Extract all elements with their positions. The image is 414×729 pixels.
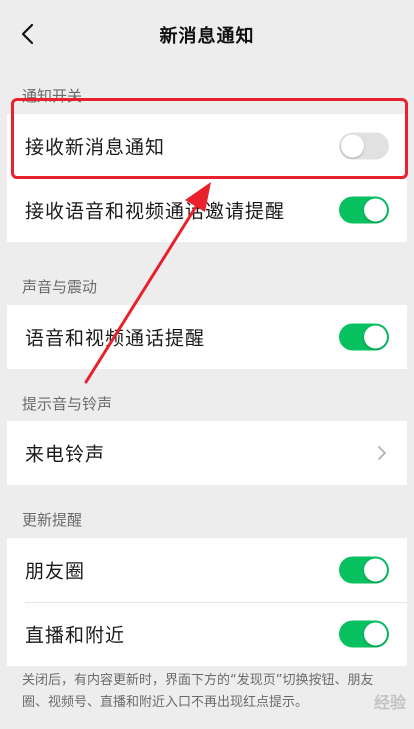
setting-row-ringtone[interactable]: 来电铃声 (7, 421, 407, 485)
row-label: 来电铃声 (25, 443, 106, 466)
call-reminder-toggle[interactable] (339, 323, 389, 351)
watermark-logo: 经验 (373, 693, 406, 712)
page-title: 新消息通知 (159, 26, 255, 47)
setting-row-call-reminder[interactable]: 语音和视频通话提醒 (7, 305, 407, 369)
toggle-knob (364, 622, 387, 646)
toggle-knob (364, 325, 387, 349)
annotation-highlight-box (11, 98, 408, 179)
toggle-knob (364, 198, 387, 222)
footer-note: 关闭后，有内容更新时，界面下方的“发现页”切换按钮、朋友圈、视频号、直播和附近入… (22, 673, 374, 710)
nav-bar: 新消息通知 (0, 0, 414, 66)
voice-video-invite-toggle[interactable] (339, 196, 389, 224)
setting-row-voice-video-invite[interactable]: 接收语音和视频通话邀请提醒 (7, 178, 407, 242)
row-label: 朋友圈 (25, 560, 86, 583)
section-label-update-reminder: 更新提醒 (22, 511, 83, 529)
toggle-knob (364, 558, 387, 582)
chevron-right-icon (378, 446, 386, 460)
live-nearby-toggle[interactable] (339, 620, 389, 648)
setting-row-moments[interactable]: 朋友圈 (7, 538, 407, 602)
row-label: 接收语音和视频通话邀请提醒 (25, 200, 286, 223)
section-label-tones: 提示音与铃声 (22, 395, 113, 413)
group-update-reminder: 朋友圈 直播和附近 (7, 538, 407, 666)
moments-toggle[interactable] (339, 556, 389, 584)
row-label: 直播和附近 (25, 624, 126, 647)
group-sound-vibration: 语音和视频通话提醒 (7, 305, 407, 369)
section-label-sound-vibration: 声音与震动 (22, 278, 98, 296)
setting-row-live-nearby[interactable]: 直播和附近 (7, 602, 407, 666)
group-tones: 来电铃声 (7, 421, 407, 485)
row-label: 语音和视频通话提醒 (25, 327, 206, 350)
